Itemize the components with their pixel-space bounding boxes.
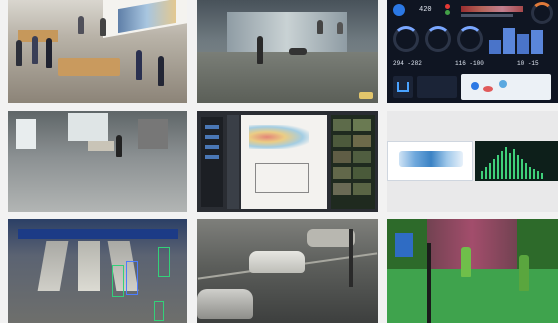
counter-value: 420 — [419, 6, 432, 14]
thumbnail — [333, 119, 351, 131]
tile-retail-store-feed[interactable] — [8, 0, 187, 103]
thumbnail — [353, 183, 371, 195]
toolbar-item — [205, 135, 219, 139]
toolbar-item — [205, 125, 219, 129]
tile-office-lobby-feed[interactable] — [8, 111, 187, 212]
tile-station-escalator-tracking[interactable] — [8, 219, 187, 323]
shopper — [100, 18, 106, 36]
tracking-box — [112, 265, 124, 297]
person — [317, 20, 323, 34]
fallen-person — [289, 48, 307, 55]
street-pole — [349, 229, 353, 287]
heatmap-band — [399, 151, 463, 167]
walking-person — [257, 36, 263, 64]
toolbar-item — [205, 145, 219, 149]
camera-badge — [359, 92, 373, 99]
station-sign — [18, 229, 178, 239]
video-wall-grid: 420 294 -282 116 -100 10 -15 — [0, 0, 558, 323]
gauge-3 — [457, 26, 483, 52]
readout-2: 116 -100 — [455, 60, 484, 67]
red-light-icon — [445, 4, 450, 9]
bar-4 — [531, 30, 543, 54]
list-panel — [417, 76, 457, 98]
thumbnail — [353, 167, 371, 179]
dashboard-logo-icon — [393, 4, 405, 16]
bar-3 — [517, 34, 529, 54]
shopper — [32, 36, 38, 64]
bar-2 — [503, 28, 515, 54]
shopper — [78, 16, 84, 34]
readout-1: 294 -282 — [393, 60, 422, 67]
readout-3: 10 -15 — [517, 60, 539, 67]
wood-table — [58, 58, 120, 76]
histogram-svg — [481, 147, 543, 179]
tracking-box — [126, 261, 138, 295]
lobby-window — [16, 119, 36, 149]
corridor-floor — [197, 52, 378, 103]
tile-mall-corridor-feed[interactable] — [197, 0, 378, 103]
histogram-chart — [475, 141, 558, 181]
thumbnail — [333, 183, 351, 195]
floorplan-room — [255, 163, 309, 193]
tracking-box — [154, 301, 164, 321]
tile-crowd-heatmap-software[interactable] — [197, 111, 378, 212]
cart-icon — [397, 82, 409, 92]
map-dot — [499, 80, 507, 88]
status-strip — [461, 6, 523, 12]
green-floor-segment — [387, 269, 558, 323]
shopper — [16, 40, 22, 66]
pillar — [427, 243, 431, 323]
gauge-2 — [425, 26, 451, 52]
white-car — [249, 251, 305, 273]
silver-car — [307, 229, 355, 247]
tile-street-parking-feed[interactable] — [197, 219, 378, 323]
lobby-window — [68, 113, 108, 141]
shopper — [158, 56, 164, 86]
map-dot — [471, 82, 479, 90]
tracking-box — [158, 247, 170, 277]
shopper — [46, 38, 52, 68]
person — [116, 135, 122, 157]
status-text-line — [461, 14, 513, 17]
thumbnail — [333, 151, 351, 163]
shopper — [136, 50, 142, 80]
thumbnail — [353, 151, 371, 163]
wood-table-2 — [18, 30, 58, 42]
gauge-1 — [393, 26, 419, 52]
top-gauge — [531, 2, 553, 24]
tile-escalator-segmentation-feed[interactable] — [387, 219, 558, 323]
escalator-segment — [427, 219, 517, 269]
thumbnail — [353, 119, 371, 131]
left-toolbar — [201, 117, 223, 207]
thumbnail — [333, 135, 351, 147]
heatmap-overlay — [249, 125, 309, 149]
tile-heatmap-histogram-panel[interactable] — [387, 111, 558, 212]
escalator-middle — [78, 241, 100, 291]
green-light-icon — [445, 10, 450, 15]
bar-1 — [489, 40, 501, 54]
reception-desk — [88, 141, 114, 151]
segmented-person — [461, 247, 471, 277]
foreground-car — [197, 289, 253, 319]
toolbar-item — [205, 155, 219, 159]
thumbnail — [353, 135, 371, 147]
blue-panel — [395, 233, 413, 257]
person — [337, 22, 343, 34]
thumbnail — [333, 167, 351, 179]
map-dot — [483, 86, 493, 92]
layers-panel — [227, 115, 239, 209]
lobby-wall-panel — [138, 119, 168, 149]
tile-analytics-dashboard[interactable]: 420 294 -282 116 -100 10 -15 — [387, 0, 558, 103]
corridor-windows — [227, 12, 347, 52]
segmented-person — [519, 255, 529, 291]
